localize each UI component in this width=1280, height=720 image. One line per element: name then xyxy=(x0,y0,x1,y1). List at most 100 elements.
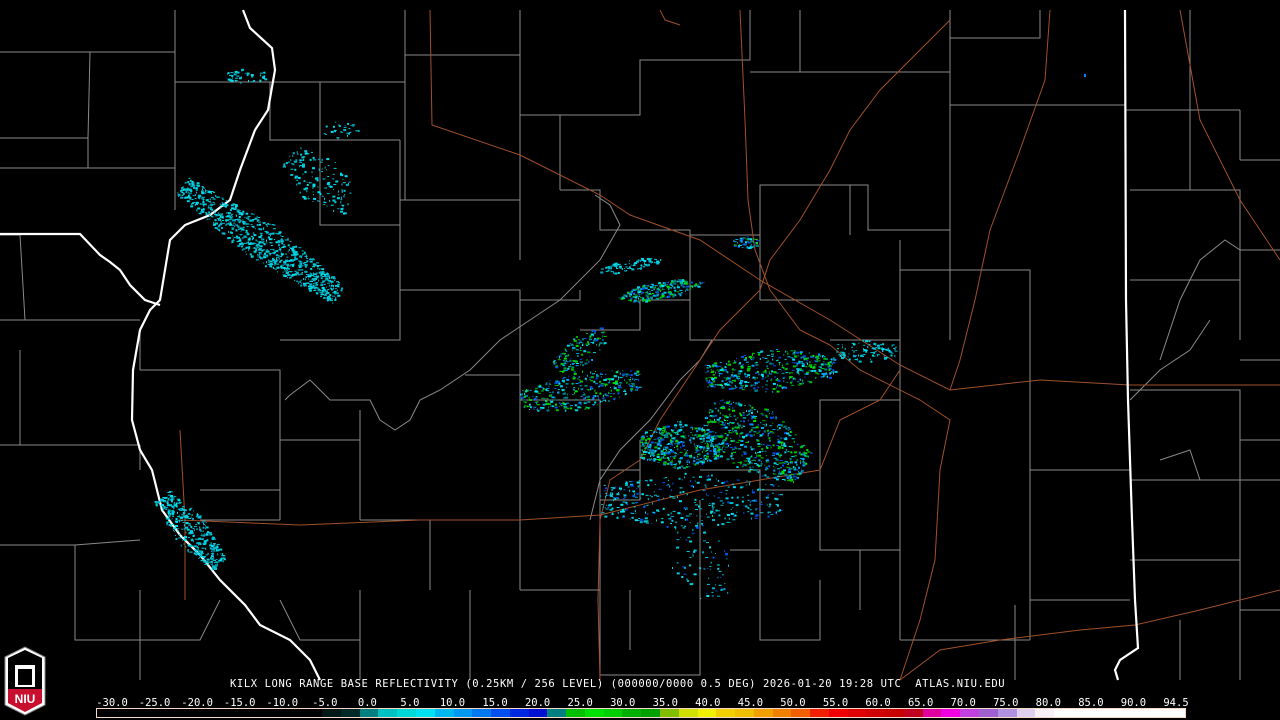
echo-pixel xyxy=(244,242,247,244)
echo-pixel xyxy=(220,223,223,225)
echo-pixel xyxy=(585,380,587,382)
echo-pixel xyxy=(633,293,635,295)
echo-pixel xyxy=(757,386,760,388)
echo-pixel xyxy=(676,562,679,564)
echo-pixel xyxy=(676,572,680,575)
echo-pixel xyxy=(317,267,319,270)
echo-pixel xyxy=(593,380,596,383)
echo-pixel xyxy=(790,350,794,352)
echo-pixel xyxy=(311,151,313,153)
echo-pixel xyxy=(729,416,732,417)
echo-pixel xyxy=(712,364,714,367)
echo-pixel xyxy=(662,497,664,499)
echo-pixel xyxy=(241,249,244,251)
echo-pixel xyxy=(630,481,632,483)
radar-map[interactable] xyxy=(0,0,1280,720)
echo-pixel xyxy=(288,161,290,164)
echo-pixel xyxy=(234,77,238,79)
echo-pixel xyxy=(601,504,604,506)
echo-pixel xyxy=(717,497,721,499)
echo-pixel xyxy=(692,437,695,440)
echo-pixel xyxy=(686,518,689,521)
echo-pixel xyxy=(580,341,582,343)
echo-pixel xyxy=(730,453,733,455)
echo-pixel xyxy=(203,187,205,189)
echo-pixel xyxy=(613,499,614,502)
echo-pixel xyxy=(567,367,570,370)
echo-pixel xyxy=(234,206,237,209)
echo-pixel xyxy=(164,499,166,501)
echo-pixel xyxy=(231,217,233,220)
echo-pixel xyxy=(569,343,571,345)
echo-pixel xyxy=(679,451,683,453)
echo-pixel xyxy=(651,523,653,525)
echo-pixel xyxy=(269,242,273,244)
echo-pixel xyxy=(822,375,825,377)
echo-pixel xyxy=(333,285,335,288)
echo-pixel xyxy=(689,515,691,517)
echo-pixel xyxy=(701,461,705,464)
echo-pixel xyxy=(311,171,313,173)
echo-pixel xyxy=(653,295,657,297)
echo-pixel xyxy=(580,380,583,383)
echo-pixel xyxy=(702,437,705,440)
echo-pixel xyxy=(732,407,734,409)
echo-pixel xyxy=(284,239,286,241)
echo-pixel xyxy=(740,444,744,447)
echo-pixel xyxy=(638,297,639,300)
echo-pixel xyxy=(676,430,679,433)
echo-pixel xyxy=(273,239,275,240)
echo-pixel xyxy=(643,520,647,523)
echo-pixel xyxy=(723,451,726,453)
echo-pixel xyxy=(656,432,658,433)
echo-pixel xyxy=(802,369,804,372)
echo-pixel xyxy=(705,435,707,437)
echo-pixel xyxy=(168,498,170,501)
echo-pixel xyxy=(754,385,756,387)
echo-pixel xyxy=(772,358,774,361)
echo-pixel xyxy=(612,497,615,499)
echo-pixel xyxy=(576,353,580,354)
echo-pixel xyxy=(300,273,303,275)
echo-pixel xyxy=(722,427,725,429)
echo-pixel xyxy=(246,223,248,226)
echo-pixel xyxy=(199,543,202,546)
echo-pixel xyxy=(332,195,336,198)
echo-pixel xyxy=(334,298,337,301)
echo-pixel xyxy=(772,390,774,393)
echo-pixel xyxy=(680,283,682,285)
echo-pixel xyxy=(196,545,198,548)
echo-pixel xyxy=(573,372,577,375)
echo-pixel xyxy=(884,348,888,350)
echo-pixel xyxy=(709,381,712,383)
echo-pixel xyxy=(727,360,730,363)
echo-pixel xyxy=(215,559,218,560)
echo-pixel xyxy=(743,417,747,419)
echo-pixel xyxy=(327,176,330,177)
echo-pixel xyxy=(703,568,706,570)
echo-pixel xyxy=(643,454,646,456)
echo-pixel xyxy=(207,531,210,534)
echo-pixel xyxy=(682,441,685,444)
echo-pixel xyxy=(606,495,608,496)
echo-pixel xyxy=(766,410,770,412)
echo-pixel xyxy=(806,360,809,362)
echo-pixel xyxy=(563,357,567,360)
echo-pixel xyxy=(769,416,773,419)
echo-pixel xyxy=(786,381,789,383)
echo-pixel xyxy=(736,496,739,499)
echo-pixel xyxy=(163,506,167,508)
echo-pixel xyxy=(776,429,779,431)
echo-pixel xyxy=(667,281,669,284)
echo-pixel xyxy=(706,425,709,427)
echo-pixel xyxy=(772,350,774,352)
echo-pixel xyxy=(784,368,788,371)
echo-pixel xyxy=(617,497,620,499)
echo-pixel xyxy=(745,376,748,378)
echo-pixel xyxy=(261,241,264,244)
echo-pixel xyxy=(191,514,193,516)
echo-pixel xyxy=(881,348,885,351)
echo-pixel xyxy=(294,258,298,261)
echo-pixel xyxy=(778,485,780,487)
echo-pixel xyxy=(742,435,745,438)
